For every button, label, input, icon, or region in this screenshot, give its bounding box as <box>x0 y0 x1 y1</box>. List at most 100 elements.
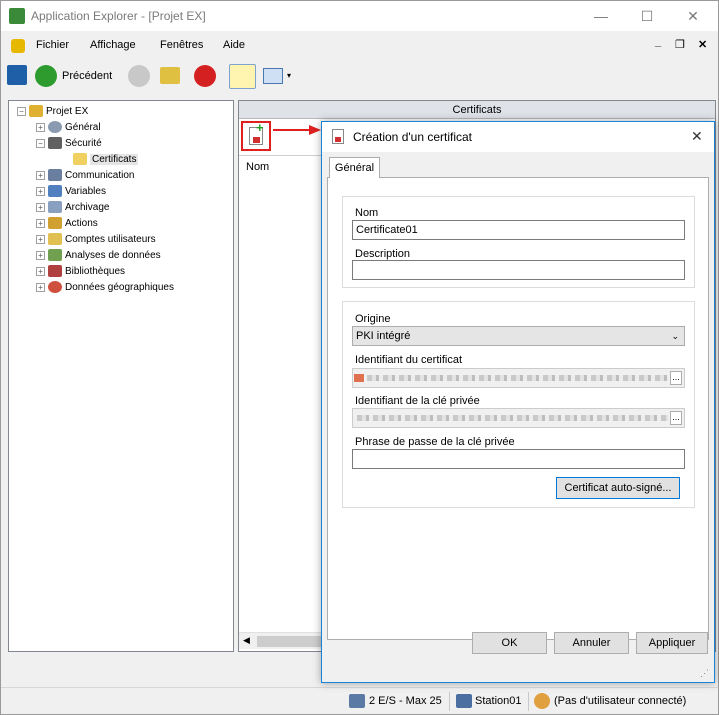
forward-arrow-icon[interactable] <box>128 65 150 87</box>
redacted-marker <box>354 374 364 382</box>
apply-button[interactable]: Appliquer <box>636 632 708 654</box>
scroll-left-icon[interactable]: ◀ <box>243 635 250 646</box>
description-label: Description <box>355 248 411 260</box>
mdi-minimize-button[interactable]: _ <box>655 36 661 48</box>
browse-key-button[interactable]: ... <box>670 411 682 425</box>
tree-item-variables[interactable]: + Variables <box>36 184 106 200</box>
dialog-title: Création d'un certificat <box>353 130 473 144</box>
application-window: Application Explorer - [Projet EX] — ☐ ✕… <box>0 0 719 715</box>
new-certificate-button[interactable]: + <box>241 120 271 151</box>
globe-icon <box>48 281 62 294</box>
expand-icon[interactable]: + <box>36 234 45 244</box>
menu-bar: Fichier Affichage Fenêtres Aide _ ❐ ✕ <box>1 35 718 57</box>
collapse-icon[interactable]: − <box>17 106 26 116</box>
dialog-close-button[interactable]: ✕ <box>691 128 703 145</box>
status-separator <box>528 692 529 711</box>
browse-cert-button[interactable]: ... <box>670 371 682 385</box>
folder-up-icon[interactable] <box>160 67 180 84</box>
self-signed-button[interactable]: Certificat auto-signé... <box>556 477 680 499</box>
maximize-button[interactable]: ☐ <box>624 1 670 31</box>
menu-fichier[interactable]: Fichier <box>36 39 69 51</box>
arrow-annotation-icon <box>273 125 321 135</box>
scrollbar-thumb[interactable] <box>257 636 323 647</box>
status-station: Station01 <box>475 695 522 707</box>
save-icon[interactable] <box>7 65 27 85</box>
menu-aide[interactable]: Aide <box>223 39 245 51</box>
window-title: Application Explorer - [Projet EX] <box>31 9 206 23</box>
station-icon <box>456 694 472 708</box>
tree-item-geo[interactable]: + Données géographiques <box>36 280 174 296</box>
actions-icon <box>48 217 62 230</box>
key-id-label: Identifiant de la clé privée <box>355 395 480 407</box>
view-list-icon[interactable] <box>263 68 283 84</box>
create-certificate-dialog: Création d'un certificat ✕ Général Nom C… <box>321 121 715 683</box>
expand-icon[interactable]: + <box>36 218 45 228</box>
tree-item-bibliotheques[interactable]: + Bibliothèques <box>36 264 125 280</box>
status-bar: 2 E/S - Max 25 Station01 (Pas d'utilisat… <box>1 687 718 714</box>
expand-icon[interactable]: + <box>36 250 45 260</box>
passphrase-input[interactable] <box>352 449 685 469</box>
project-tree: − Projet EX + Général − Sécurité Certificat… <box>8 100 234 652</box>
minimize-button[interactable]: — <box>578 1 624 31</box>
expand-icon[interactable]: + <box>36 282 45 292</box>
expand-icon[interactable]: + <box>36 170 45 180</box>
tree-item-archivage[interactable]: + Archivage <box>36 200 109 216</box>
tree-root[interactable]: − Projet EX <box>17 104 88 120</box>
menu-affichage[interactable]: Affichage <box>90 39 136 51</box>
user-icon <box>534 693 550 709</box>
origin-group: Origine PKI intégré ⌄ Identifiant du cer… <box>342 301 695 508</box>
io-icon <box>349 694 365 708</box>
menu-fenetres[interactable]: Fenêtres <box>160 39 203 51</box>
mdi-close-button[interactable]: ✕ <box>698 38 707 51</box>
identity-group: Nom Certificate01 Description <box>342 196 695 288</box>
tree-item-actions[interactable]: + Actions <box>36 216 98 232</box>
library-icon <box>48 265 62 278</box>
expand-icon[interactable]: + <box>36 186 45 196</box>
cert-id-field[interactable]: ... <box>352 368 685 388</box>
expand-icon[interactable]: + <box>36 266 45 276</box>
dialog-title-bar: Création d'un certificat ✕ <box>322 122 714 152</box>
origine-select[interactable]: PKI intégré ⌄ <box>352 326 685 346</box>
description-input[interactable] <box>352 260 685 280</box>
expand-icon[interactable]: + <box>36 202 45 212</box>
tree-item-analyses[interactable]: + Analyses de données <box>36 248 161 264</box>
nom-input[interactable]: Certificate01 <box>352 220 685 240</box>
list-divider <box>239 155 324 156</box>
back-arrow-icon[interactable] <box>35 65 57 87</box>
certificate-icon <box>332 129 344 144</box>
redacted-value <box>367 375 668 381</box>
app-menu-icon[interactable] <box>11 39 25 53</box>
chevron-down-icon[interactable]: ▾ <box>287 71 291 80</box>
resize-grip-icon[interactable]: ⋰ <box>700 668 709 679</box>
stop-icon[interactable] <box>194 65 216 87</box>
back-button-label[interactable]: Précédent <box>62 70 112 82</box>
mdi-restore-button[interactable]: ❐ <box>675 38 685 51</box>
users-icon <box>48 233 62 246</box>
key-id-field[interactable]: ... <box>352 408 685 428</box>
tab-general[interactable]: Général <box>329 157 380 178</box>
archive-icon <box>48 201 62 214</box>
panel-header: Certificats <box>239 101 715 119</box>
chevron-down-icon: ⌄ <box>671 331 679 341</box>
folder-view-icon[interactable] <box>229 64 256 89</box>
tree-item-securite[interactable]: − Sécurité <box>36 136 102 152</box>
variables-icon <box>48 185 62 198</box>
horizontal-scrollbar[interactable]: ◀ <box>239 632 324 649</box>
expand-icon[interactable]: + <box>36 122 45 132</box>
tree-item-general[interactable]: + Général <box>36 120 101 136</box>
ok-button[interactable]: OK <box>472 632 547 654</box>
analysis-icon <box>48 249 62 262</box>
cert-id-label: Identifiant du certificat <box>355 354 463 366</box>
origine-label: Origine <box>355 313 391 325</box>
tree-item-comptes[interactable]: + Comptes utilisateurs <box>36 232 156 248</box>
close-button[interactable]: ✕ <box>670 1 716 31</box>
cancel-button[interactable]: Annuler <box>554 632 629 654</box>
tree-item-certificats[interactable]: Certificats <box>73 152 139 168</box>
general-icon <box>48 121 62 134</box>
redacted-value <box>357 415 668 421</box>
status-io: 2 E/S - Max 25 <box>369 695 442 707</box>
column-header-nom[interactable]: Nom <box>246 161 269 173</box>
tree-item-communication[interactable]: + Communication <box>36 168 134 184</box>
title-bar: Application Explorer - [Projet EX] — ☐ ✕ <box>1 1 718 31</box>
collapse-icon[interactable]: − <box>36 138 45 148</box>
